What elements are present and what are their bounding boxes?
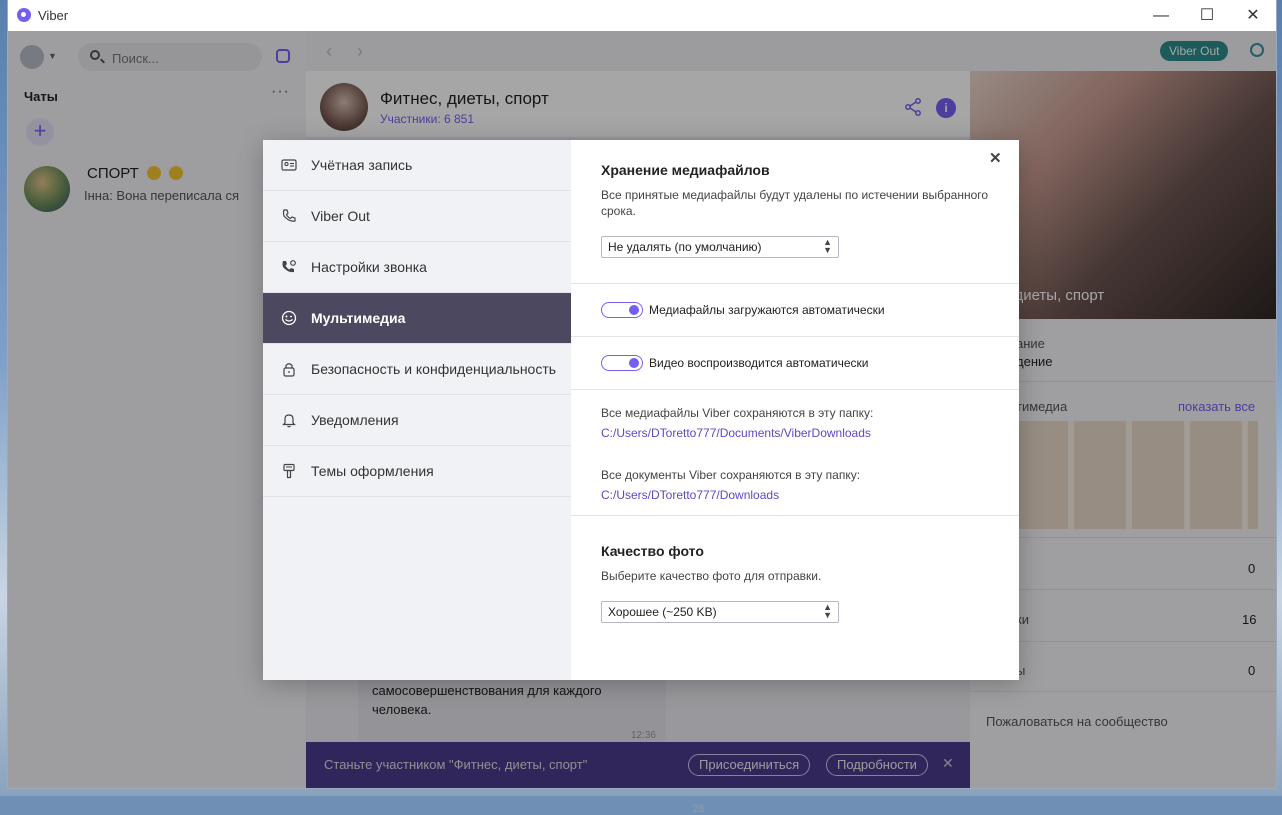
autoplay-label: Видео воспроизводится автоматически [649, 356, 869, 370]
paint-brush-icon [283, 463, 295, 479]
divider [571, 515, 1019, 516]
viber-logo-icon [17, 8, 31, 22]
settings-nav-viber-out[interactable]: Viber Out [263, 191, 571, 242]
media-storage-select[interactable]: Не удалять (по умолчанию) ▲ ▼ [601, 236, 839, 258]
autoplay-toggle[interactable] [601, 355, 643, 371]
settings-nav-account[interactable]: Учётная запись [263, 140, 571, 191]
select-arrows-icon: ▲ ▼ [823, 237, 832, 255]
message-like-count: 28 [692, 803, 705, 815]
settings-nav: Учётная запись Viber Out Настройки звонк… [263, 140, 571, 680]
settings-nav-label: Мультимедиа [311, 310, 406, 326]
settings-dialog: Учётная запись Viber Out Настройки звонк… [263, 140, 1019, 680]
settings-nav-label: Настройки звонка [311, 259, 427, 275]
title-bar: Viber — ☐ ✕ [8, 0, 1276, 31]
phone-icon [282, 209, 296, 222]
media-smiley-icon [281, 310, 297, 326]
bell-icon [282, 414, 296, 428]
minimize-button[interactable]: — [1138, 0, 1184, 31]
photo-quality-select[interactable]: Хорошее (~250 KB) ▲ ▼ [601, 601, 839, 623]
media-folder-path[interactable]: C:/Users/DToretto777/Documents/ViberDown… [601, 426, 871, 440]
settings-nav-themes[interactable]: Темы оформления [263, 446, 571, 497]
media-folder-label: Все медиафайлы Viber сохраняются в эту п… [601, 406, 874, 420]
docs-folder-path[interactable]: C:/Users/DToretto777/Downloads [601, 488, 779, 502]
media-storage-value: Не удалять (по умолчанию) [608, 240, 762, 254]
lock-icon [283, 363, 295, 377]
settings-nav-label: Уведомления [311, 412, 399, 428]
auto-download-toggle[interactable] [601, 302, 643, 318]
call-settings-icon [282, 260, 296, 273]
docs-folder-label: Все документы Viber сохраняются в эту па… [601, 468, 861, 482]
select-arrows-icon: ▲ ▼ [823, 602, 832, 620]
account-card-icon [281, 159, 297, 171]
settings-nav-label: Viber Out [311, 208, 370, 224]
window-title: Viber [38, 8, 69, 23]
settings-nav-multimedia[interactable]: Мультимедиа [263, 293, 571, 344]
photo-quality-value: Хорошее (~250 KB) [608, 605, 717, 619]
settings-nav-label: Безопасность и конфиденциальность [311, 361, 557, 377]
maximize-button[interactable]: ☐ [1184, 0, 1230, 31]
divider [571, 283, 1019, 284]
photo-quality-title: Качество фото [601, 543, 704, 559]
settings-content: Хранение медиафайлов Все принятые медиаф… [571, 140, 1019, 680]
settings-nav-security[interactable]: Безопасность и конфиденциальность [263, 344, 571, 395]
media-storage-description: Все принятые медиафайлы будут удалены по… [601, 188, 989, 218]
media-storage-title: Хранение медиафайлов [601, 162, 770, 178]
auto-download-label: Медиафайлы загружаются автоматически [649, 303, 885, 317]
photo-quality-description: Выберите качество фото для отправки. [601, 569, 822, 583]
close-window-button[interactable]: ✕ [1230, 0, 1276, 31]
settings-nav-label: Темы оформления [311, 463, 434, 479]
settings-nav-label: Учётная запись [311, 157, 413, 173]
settings-nav-call-settings[interactable]: Настройки звонка [263, 242, 571, 293]
settings-nav-notifications[interactable]: Уведомления [263, 395, 571, 446]
divider [571, 336, 1019, 337]
divider [571, 389, 1019, 390]
